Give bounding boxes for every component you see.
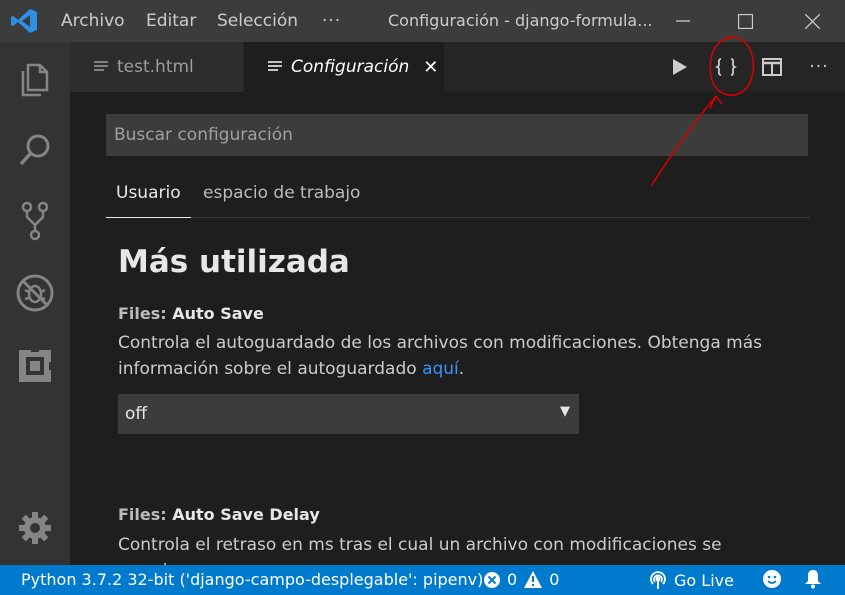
tab-test-html[interactable]: test.html [70, 42, 243, 92]
open-settings-json-icon [715, 58, 737, 76]
activity-bar [0, 42, 70, 565]
run-button[interactable] [660, 42, 700, 92]
setting-category: Files: [118, 304, 173, 323]
tab-label: test.html [117, 57, 194, 77]
python-interpreter[interactable]: Python 3.7.2 32-bit ('django-campo-despl… [21, 570, 483, 589]
explorer-button[interactable] [13, 58, 57, 102]
smiley-icon [763, 570, 781, 588]
description-text: información sobre el autoguardado [118, 359, 423, 379]
dropdown-arrow-icon: ▼ [560, 404, 570, 419]
setting-title-auto-save: Files: Auto Save [118, 304, 264, 323]
settings-scope-tabs: Usuario espacio de trabajo [106, 170, 810, 218]
setting-key: Auto Save Delay [172, 505, 320, 524]
tab-usuario[interactable]: Usuario [106, 183, 191, 218]
window-title: Configuración - django-formula... [388, 11, 653, 30]
feedback-button[interactable] [762, 569, 782, 589]
debug-icon [16, 274, 54, 312]
description-text: Controla el autoguardado de los archivos… [118, 333, 762, 353]
more-info-link[interactable]: aquí [422, 359, 459, 379]
menu-more[interactable]: ··· [322, 11, 341, 31]
source-control-button[interactable] [13, 199, 57, 243]
file-lines-icon [94, 61, 108, 71]
run-icon [673, 59, 687, 75]
warning-count: 0 [549, 570, 560, 589]
close-window-button[interactable] [789, 0, 835, 42]
title-bar: Archivo Editar Selección ··· Configuraci… [0, 0, 845, 42]
more-actions-icon: ··· [809, 57, 829, 77]
section-title: Más utilizada [118, 244, 350, 280]
files-icon [21, 63, 49, 97]
extensions-button[interactable] [13, 344, 57, 388]
bell-icon [805, 570, 821, 589]
maximize-button[interactable] [722, 0, 768, 42]
extensions-icon [19, 348, 53, 382]
tab-espacio-de-trabajo[interactable]: espacio de trabajo [203, 183, 360, 217]
menu-seleccion[interactable]: Selección [217, 11, 298, 31]
minimize-icon [676, 20, 690, 22]
description-text: . [458, 359, 465, 379]
split-editor-button[interactable] [752, 42, 792, 92]
more-actions-button[interactable]: ··· [799, 42, 839, 92]
go-live-label: Go Live [674, 570, 734, 590]
menu-archivo[interactable]: Archivo [61, 11, 125, 31]
search-icon [19, 134, 50, 166]
vscode-logo-icon [11, 9, 37, 33]
warning-icon [524, 571, 543, 588]
close-tab-icon[interactable]: ✕ [423, 57, 438, 78]
description-text: Controla el retraso en ms tras el cual u… [118, 535, 722, 565]
problems-indicator[interactable]: 0 0 [483, 570, 559, 589]
tab-label: Configuración [291, 57, 410, 77]
select-value: off [125, 404, 148, 424]
open-settings-json-button[interactable] [706, 42, 746, 92]
split-editor-icon [762, 58, 782, 76]
setting-title-auto-save-delay: Files: Auto Save Delay [118, 505, 320, 524]
setting-category: Files: [118, 505, 173, 524]
close-icon [804, 13, 820, 29]
manage-settings-button[interactable] [13, 506, 57, 550]
settings-search-input[interactable] [106, 114, 808, 156]
broadcast-icon [650, 571, 666, 589]
setting-description-auto-save-delay: Controla el retraso en ms tras el cual u… [118, 532, 778, 565]
error-count: 0 [507, 570, 518, 589]
settings-gear-icon [19, 512, 51, 544]
setting-description-auto-save: Controla el autoguardado de los archivos… [118, 330, 778, 382]
go-live-button[interactable]: Go Live [648, 570, 734, 590]
tab-configuracion[interactable]: Configuración ✕ [244, 42, 444, 92]
minimize-button[interactable] [660, 0, 706, 42]
settings-editor: Usuario espacio de trabajo Más utilizada… [70, 92, 845, 565]
maximize-icon [737, 13, 753, 29]
notifications-button[interactable] [804, 569, 822, 589]
source-control-icon [21, 201, 49, 241]
search-view-button[interactable] [13, 128, 57, 172]
file-lines-icon [268, 61, 282, 71]
status-bar: Python 3.7.2 32-bit ('django-campo-despl… [0, 565, 845, 595]
menu-editar[interactable]: Editar [146, 11, 196, 31]
setting-key: Auto Save [172, 304, 264, 323]
error-icon [484, 571, 500, 588]
debug-button[interactable] [13, 271, 57, 315]
auto-save-select[interactable]: off ▼ [118, 394, 579, 434]
